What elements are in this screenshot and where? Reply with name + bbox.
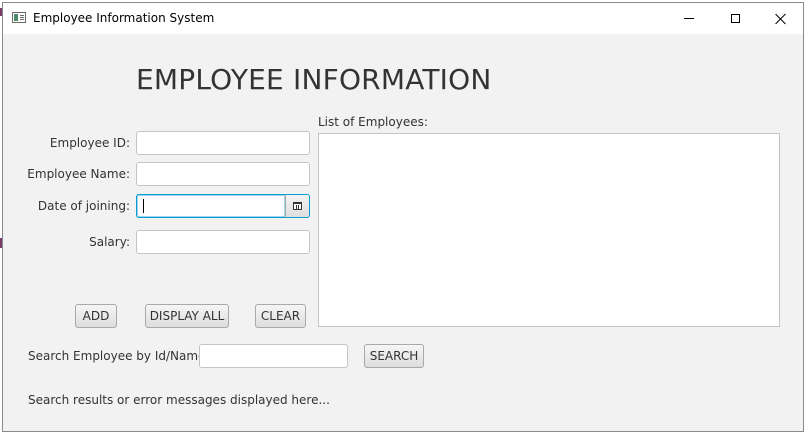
app-window: Employee Information System EMPLOYEE INF… [2, 2, 804, 432]
search-label: Search Employee by Id/Name: [28, 349, 210, 363]
employee-list[interactable] [318, 133, 780, 327]
display-all-button[interactable]: DISPLAY ALL [145, 304, 229, 328]
status-message: Search results or error messages display… [28, 393, 330, 407]
minimize-icon [684, 18, 694, 19]
page-title: EMPLOYEE INFORMATION [136, 63, 492, 96]
employee-id-label: Employee ID: [49, 136, 130, 150]
employee-id-input[interactable] [136, 131, 310, 155]
add-button[interactable]: ADD [75, 304, 117, 328]
employee-name-label: Employee Name: [27, 167, 130, 181]
minimize-button[interactable] [666, 3, 712, 34]
close-icon [775, 13, 787, 25]
employee-name-input[interactable] [136, 162, 310, 186]
title-bar[interactable]: Employee Information System [3, 3, 803, 34]
close-button[interactable] [758, 3, 804, 34]
date-picker-button[interactable] [285, 194, 310, 218]
maximize-icon [730, 14, 740, 23]
date-of-joining-input[interactable] [136, 194, 286, 218]
employee-list-label: List of Employees: [318, 115, 428, 129]
maximize-button[interactable] [712, 3, 758, 34]
search-input[interactable] [199, 344, 348, 368]
search-button[interactable]: SEARCH [364, 344, 424, 368]
date-of-joining-label: Date of joining: [37, 199, 130, 213]
text-caret [143, 199, 144, 213]
salary-input[interactable] [136, 230, 310, 254]
salary-label: Salary: [89, 235, 130, 249]
calendar-icon [293, 202, 302, 210]
clear-button[interactable]: CLEAR [255, 304, 306, 328]
app-window-icon [12, 12, 26, 23]
window-title: Employee Information System [33, 11, 215, 25]
